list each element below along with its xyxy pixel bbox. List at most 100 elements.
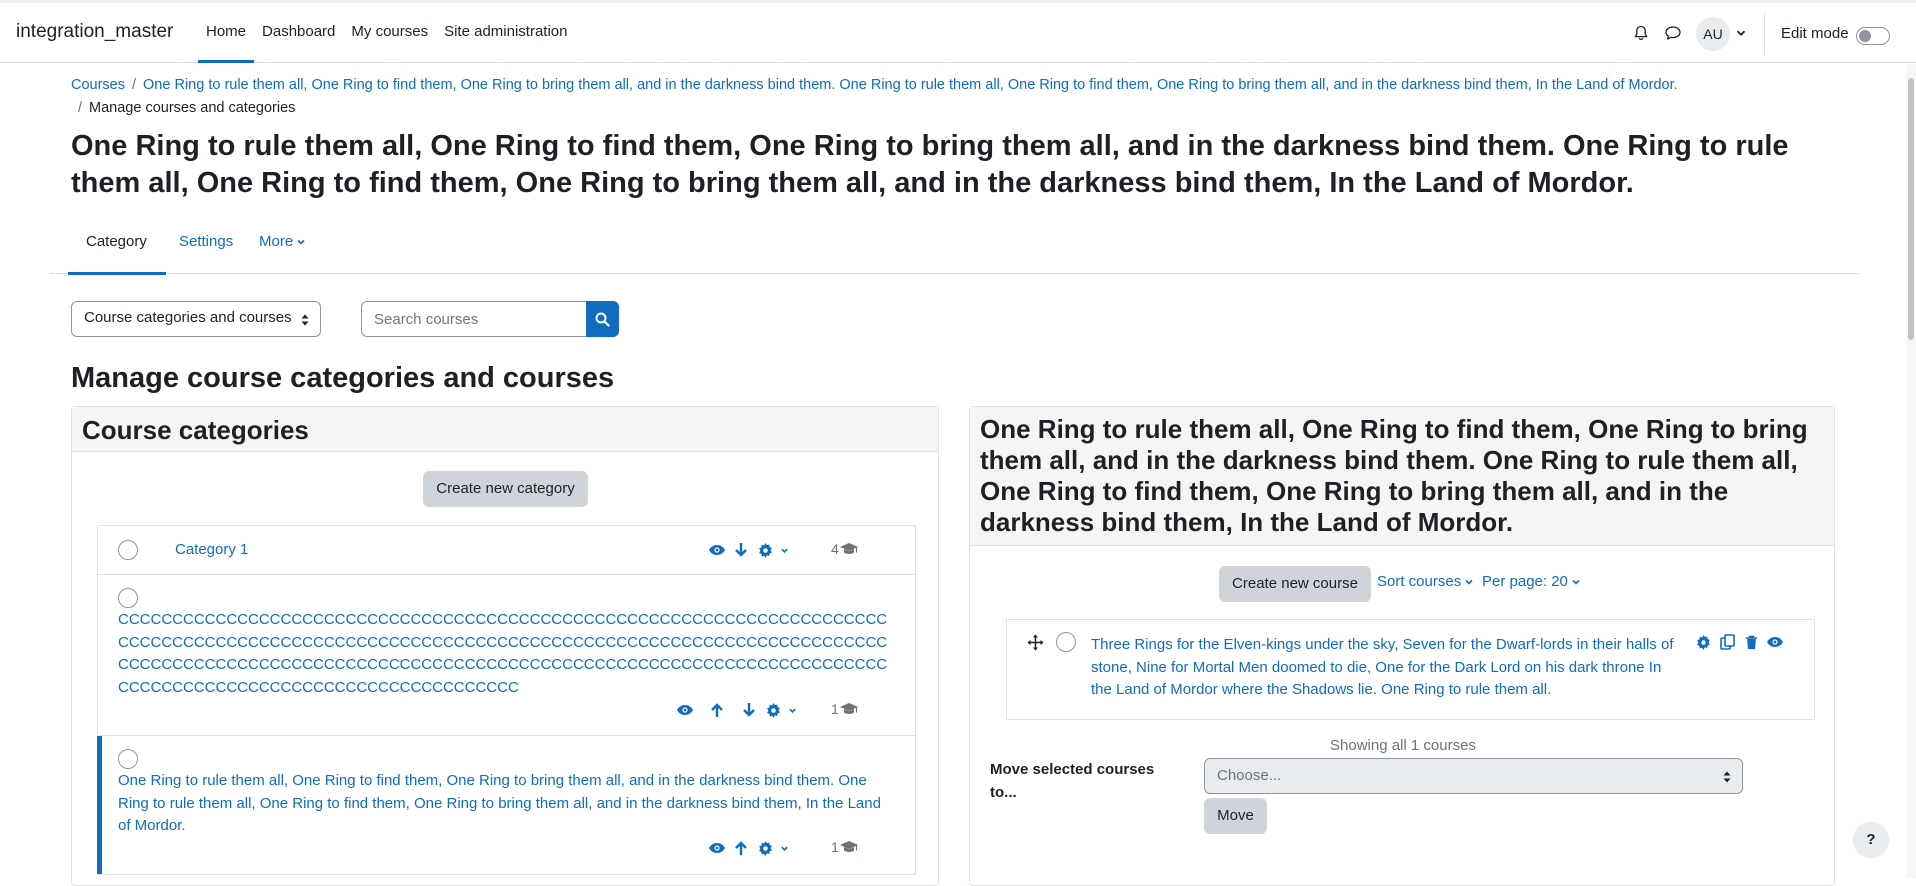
category-checkbox[interactable]	[118, 588, 138, 608]
category-name-link[interactable]: CCCCCCCCCCCCCCCCCCCCCCCCCCCCCCCCCCCCCCCC…	[118, 609, 893, 699]
move-target-placeholder: Choose...	[1217, 767, 1282, 784]
category-course-count: 4	[831, 541, 859, 557]
category-actions	[705, 541, 791, 559]
view-mode-select[interactable]: Course categories and courses	[71, 301, 321, 337]
arrow-down-icon[interactable]	[729, 541, 753, 559]
nav-home[interactable]: Home	[198, 3, 255, 63]
category-course-count: 1	[831, 701, 859, 717]
per-page-dropdown[interactable]: Per page: 20	[1482, 573, 1581, 590]
primary-navigation: Home Dashboard My courses Site administr…	[198, 3, 576, 63]
chevron-down-icon[interactable]	[777, 541, 791, 559]
search-courses-input[interactable]	[361, 301, 587, 337]
tab-settings-label: Settings	[179, 233, 234, 250]
course-actions	[1691, 633, 1787, 651]
per-page-label: Per page: 20	[1482, 573, 1568, 590]
category-checkbox[interactable]	[118, 540, 138, 560]
move-button[interactable]: Move	[1204, 798, 1267, 834]
eye-icon[interactable]	[1763, 633, 1787, 651]
chevron-down-icon[interactable]	[1736, 28, 1746, 38]
category-course-count: 1	[831, 839, 859, 855]
arrow-up-icon[interactable]	[729, 839, 753, 857]
selected-indicator	[97, 736, 102, 874]
courses-count-status: Showing all 1 courses	[1330, 737, 1476, 754]
nav-site-administration[interactable]: Site administration	[436, 3, 575, 63]
move-icon[interactable]	[1027, 634, 1044, 651]
page-scrollbar[interactable]	[1906, 64, 1916, 878]
category-name-link[interactable]: One Ring to rule them all, One Ring to f…	[118, 770, 893, 838]
trash-icon[interactable]	[1739, 633, 1763, 651]
eye-icon[interactable]	[673, 701, 697, 719]
nav-my-courses[interactable]: My courses	[343, 3, 436, 63]
eye-icon[interactable]	[705, 839, 729, 857]
breadcrumb-category[interactable]: One Ring to rule them all, One Ring to f…	[143, 77, 1678, 93]
gear-icon[interactable]	[753, 839, 777, 857]
breadcrumb-current: Manage courses and categories	[89, 100, 296, 116]
courses-panel: One Ring to rule them all, One Ring to f…	[969, 406, 1835, 886]
gear-icon[interactable]	[753, 541, 777, 559]
course-checkbox[interactable]	[1056, 632, 1076, 652]
top-navbar: integration_master Home Dashboard My cou…	[0, 0, 1916, 63]
arrow-up-icon[interactable]	[705, 701, 729, 719]
select-arrows-icon	[301, 314, 309, 326]
user-avatar[interactable]: AU	[1696, 17, 1730, 51]
category-row-selected: One Ring to rule them all, One Ring to f…	[97, 736, 915, 874]
category-name-link[interactable]: Category 1	[175, 539, 248, 562]
course-count-value: 1	[831, 839, 839, 855]
sort-courses-label: Sort courses	[1377, 573, 1462, 590]
move-target-select[interactable]: Choose...	[1204, 758, 1743, 794]
gear-icon[interactable]	[1691, 633, 1715, 651]
course-row: Three Rings for the Elven-kings under th…	[1006, 619, 1815, 720]
category-actions	[673, 701, 799, 719]
course-categories-panel: Course categories Create new category Ca…	[71, 406, 939, 886]
arrow-down-icon[interactable]	[737, 701, 761, 719]
site-brand[interactable]: integration_master	[16, 21, 173, 43]
edit-mode-label: Edit mode	[1781, 25, 1849, 42]
chevron-down-icon	[1572, 579, 1580, 585]
create-new-course-button[interactable]: Create new course	[1219, 566, 1371, 602]
course-name-link[interactable]: Three Rings for the Elven-kings under th…	[1091, 634, 1681, 702]
sort-courses-dropdown[interactable]: Sort courses	[1377, 573, 1474, 590]
category-actions	[705, 839, 791, 857]
chevron-down-icon[interactable]	[777, 839, 791, 857]
help-button[interactable]: ?	[1853, 822, 1889, 858]
category-row: Category 1 4	[98, 526, 915, 575]
gear-icon[interactable]	[761, 701, 785, 719]
course-count-value: 4	[831, 541, 839, 557]
nav-dashboard[interactable]: Dashboard	[254, 3, 343, 63]
edit-mode-toggle[interactable]	[1856, 27, 1890, 45]
courses-panel-heading: One Ring to rule them all, One Ring to f…	[970, 407, 1834, 546]
breadcrumb-separator: /	[132, 77, 137, 93]
bell-icon[interactable]	[1633, 25, 1649, 41]
tab-settings[interactable]: Settings	[160, 226, 252, 274]
tab-more[interactable]: More	[247, 226, 318, 274]
tab-category[interactable]: Category	[68, 226, 166, 275]
select-arrows-icon	[1723, 771, 1731, 783]
section-title: Manage course categories and courses	[71, 362, 615, 394]
course-categories-heading: Course categories	[72, 407, 938, 452]
graduation-cap-icon	[839, 543, 858, 554]
tab-more-label: More	[259, 233, 294, 250]
chevron-down-icon	[297, 239, 305, 245]
search-button[interactable]	[586, 301, 619, 337]
category-checkbox[interactable]	[118, 749, 138, 769]
toggle-knob	[1859, 30, 1871, 42]
chat-icon[interactable]	[1664, 25, 1682, 41]
chevron-down-icon	[1465, 579, 1473, 585]
move-courses-label: Move selected courses to...	[990, 761, 1155, 801]
eye-icon[interactable]	[705, 541, 729, 559]
search-icon	[595, 312, 610, 327]
tab-category-label: Category	[86, 233, 147, 250]
scrollbar-thumb[interactable]	[1908, 78, 1914, 340]
page-title: One Ring to rule them all, One Ring to f…	[71, 130, 1789, 199]
breadcrumb-separator: /	[78, 100, 83, 116]
view-mode-value: Course categories and courses	[84, 309, 292, 326]
breadcrumb-courses[interactable]: Courses	[71, 77, 125, 93]
create-new-category-button[interactable]: Create new category	[423, 471, 588, 507]
category-list: Category 1 4 CCCCCCCCCCCCCCCCCCCCCCCCCCC…	[97, 525, 916, 875]
breadcrumb: Courses / One Ring to rule them all, One R…	[71, 74, 1761, 120]
graduation-cap-icon	[839, 841, 858, 852]
secondary-navigation: Category Settings More	[50, 226, 1860, 275]
graduation-cap-icon	[839, 703, 858, 714]
copy-icon[interactable]	[1715, 633, 1739, 651]
chevron-down-icon[interactable]	[785, 701, 799, 719]
